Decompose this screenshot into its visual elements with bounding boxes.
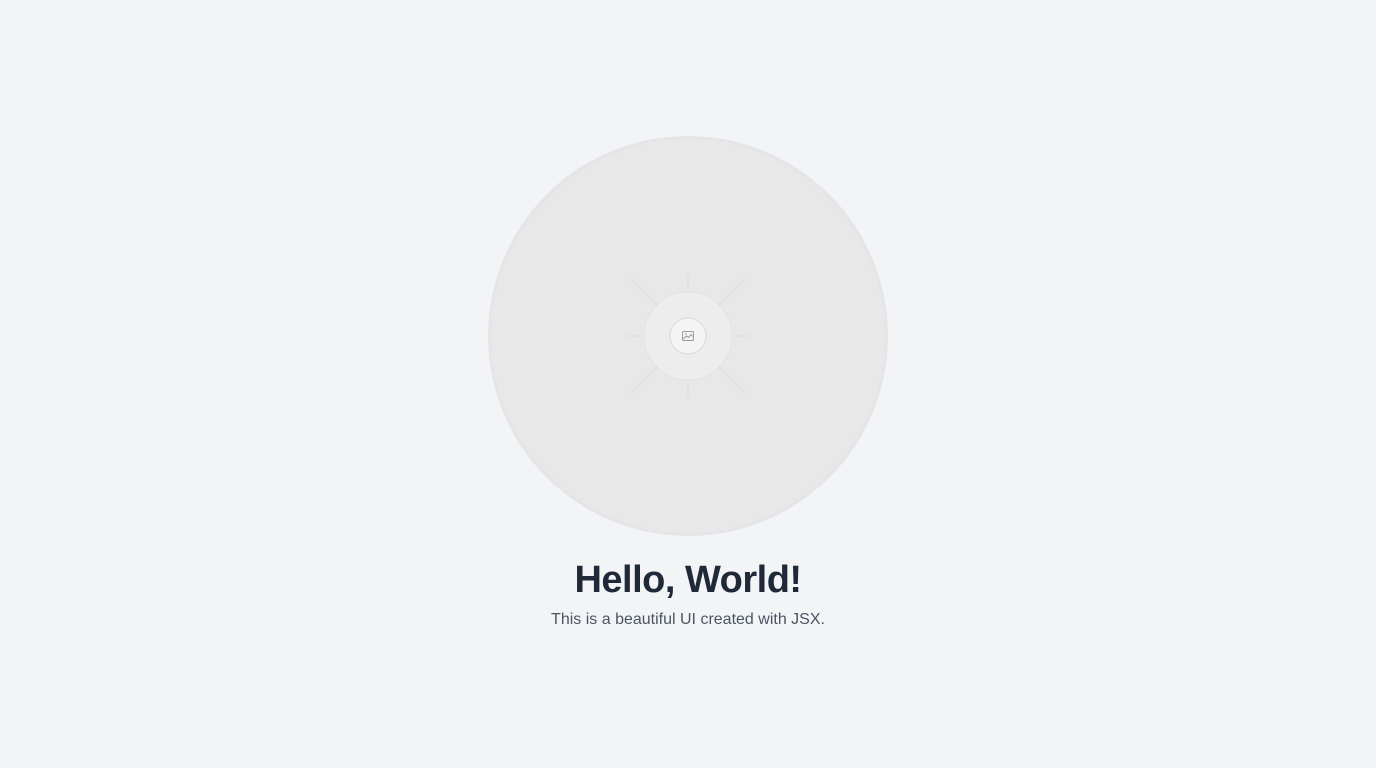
hero-image-circle: [488, 136, 888, 536]
image-placeholder-graphic: [626, 274, 750, 398]
page-title: Hello, World!: [574, 559, 802, 601]
page: Hello, World! This is a beautiful UI cre…: [0, 0, 1376, 768]
page-subtitle: This is a beautiful UI created with JSX.: [551, 611, 825, 628]
